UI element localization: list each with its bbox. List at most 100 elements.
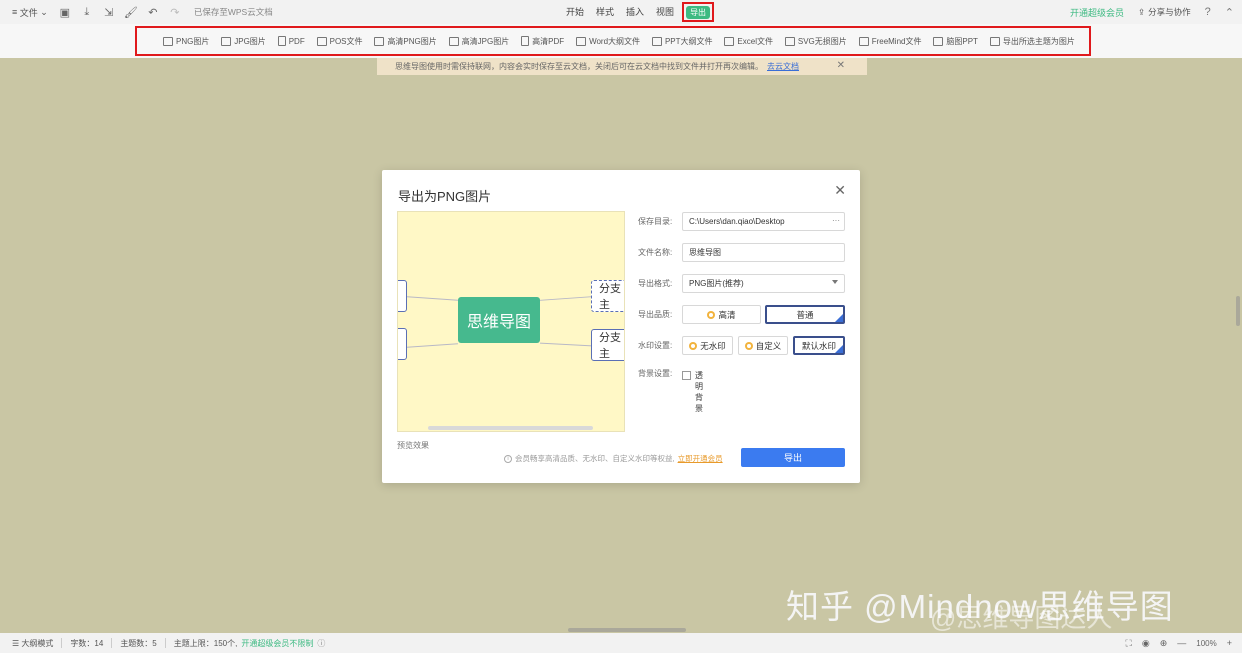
fit-icon[interactable]: ⛶ xyxy=(1126,638,1132,649)
export-button[interactable]: 导出 xyxy=(741,448,845,467)
quality-hd-option[interactable]: 高清 xyxy=(682,305,761,324)
format-select[interactable]: PNG图片(推荐) xyxy=(682,274,845,293)
left-branch-node xyxy=(398,328,407,360)
zoom-level[interactable]: 100% xyxy=(1196,639,1216,648)
export-toolbar: PNG图片 JPG图片 PDF POS文件 高清PNG图片 高清JPG图片 高清… xyxy=(0,24,1242,58)
filename-input[interactable]: 思维导图 xyxy=(682,243,845,262)
image-icon xyxy=(163,36,173,46)
upgrade-link[interactable]: 开通超级会员不限制 xyxy=(241,638,313,649)
outline-mode-button[interactable]: ☰ 大纲模式 xyxy=(12,638,53,649)
vip-link[interactable]: 开通超级会员 xyxy=(1070,6,1124,19)
preview-canvas: 思维导图 分支主 分支主 xyxy=(397,211,625,432)
svg-icon xyxy=(784,36,795,46)
excel-icon xyxy=(724,36,735,46)
top-toolbar: ≡ 文件 ⌄ ▣ ⤓ ⇲ 🖌 ↶ ↷ 已保存至WPS云文档 开始 样式 插入 视… xyxy=(0,0,1242,24)
tab-export[interactable]: 导出 xyxy=(682,2,715,22)
image-icon xyxy=(374,36,385,46)
topic-limit: 主题上限：150个, xyxy=(173,638,238,648)
save-icon[interactable]: ▣ xyxy=(54,0,76,24)
export-jpg[interactable]: JPG图片 xyxy=(221,36,266,47)
background-label: 背景设置: xyxy=(638,368,673,378)
ppt-icon xyxy=(651,36,662,46)
menu-icon: ≡ xyxy=(12,7,20,17)
tab-insert[interactable]: 插入 xyxy=(620,0,650,24)
image-icon xyxy=(448,36,459,46)
tab-style[interactable]: 样式 xyxy=(590,0,620,24)
locate-icon[interactable]: ⊕ xyxy=(1160,638,1168,649)
pos-icon xyxy=(316,36,327,46)
vertical-scrollbar[interactable] xyxy=(1236,296,1240,326)
export-mindmap-ppt[interactable]: 脑图PPT xyxy=(933,36,978,47)
info-icon: i xyxy=(504,454,512,463)
help-icon[interactable]: ? xyxy=(1205,6,1211,18)
transparent-bg-label: 透明背景 xyxy=(695,371,703,413)
redo-icon[interactable]: ↷ xyxy=(164,0,186,24)
pdf-icon xyxy=(277,36,286,46)
word-icon xyxy=(576,36,587,46)
watermark-custom-option[interactable]: 自定义 xyxy=(738,336,788,355)
save-dir-label: 保存目录: xyxy=(638,217,673,226)
connector-line xyxy=(407,343,458,348)
saved-status: 已保存至WPS云文档 xyxy=(193,7,273,17)
image-icon xyxy=(221,36,232,46)
vip-coin-icon xyxy=(744,341,753,350)
format-label: 导出格式: xyxy=(638,279,673,288)
watermark-default-option[interactable]: 默认水印 xyxy=(793,336,845,355)
ppt-icon xyxy=(933,36,944,46)
branch-topic-top: 分支主 xyxy=(591,280,624,312)
export-freemind[interactable]: FreeMind文件 xyxy=(858,36,921,47)
export-ppt-outline[interactable]: PPT大纲文件 xyxy=(651,36,713,47)
vip-coin-icon xyxy=(707,310,716,319)
share-icon: ⇪ xyxy=(1138,6,1146,17)
format-painter-icon[interactable]: 🖌 xyxy=(120,0,142,24)
preview-label: 预览效果 xyxy=(397,441,429,450)
export-hd-jpg[interactable]: 高清JPG图片 xyxy=(448,36,509,47)
horizontal-scrollbar[interactable] xyxy=(568,628,686,632)
close-icon[interactable]: ✕ xyxy=(834,182,846,199)
central-topic: 思维导图 xyxy=(458,297,540,343)
zoom-out-icon[interactable]: — xyxy=(1177,638,1186,648)
vip-coin-icon xyxy=(689,341,698,350)
browse-icon[interactable]: ··· xyxy=(832,216,840,225)
zoom-in-icon[interactable]: + xyxy=(1227,638,1232,648)
undo-icon[interactable]: ↶ xyxy=(142,0,164,24)
vip-tip: i 会员畅享高清品质、无水印、自定义水印等权益, 立即开通会员 xyxy=(504,453,723,464)
quality-label: 导出品质: xyxy=(638,310,673,319)
eye-icon[interactable]: ◉ xyxy=(1142,638,1150,649)
export-svg[interactable]: SVG无损图片 xyxy=(784,36,847,47)
export-excel[interactable]: Excel文件 xyxy=(724,36,773,47)
connector-line xyxy=(540,296,592,301)
export-word[interactable]: Word大纲文件 xyxy=(576,36,640,47)
status-bar: ☰ 大纲模式 字数：14 主题数：5 主题上限：150个, 开通超级会员不限制 … xyxy=(0,633,1242,653)
share-button[interactable]: ⇪ 分享与协作 xyxy=(1138,6,1191,18)
export-pdf[interactable]: PDF xyxy=(277,36,305,46)
export-hd-pdf[interactable]: 高清PDF xyxy=(521,36,564,47)
export-png-dialog: 导出为PNG图片 ✕ 思维导图 分支主 分支主 预览效果 保存目录: C:\Us… xyxy=(382,170,860,483)
export-hd-png[interactable]: 高清PNG图片 xyxy=(374,36,437,47)
quality-normal-option[interactable]: 普通 xyxy=(765,305,845,324)
more-icon[interactable]: ⌃ xyxy=(1225,6,1234,19)
export-png[interactable]: PNG图片 xyxy=(163,36,209,47)
file-menu[interactable]: ≡ 文件 ⌄ xyxy=(6,0,54,24)
close-icon[interactable]: ✕ xyxy=(837,60,845,71)
cloud-docs-link[interactable]: 去云文档 xyxy=(767,61,799,72)
open-vip-link[interactable]: 立即开通会员 xyxy=(678,453,723,464)
tab-start[interactable]: 开始 xyxy=(560,0,590,24)
import-icon[interactable]: ⇲ xyxy=(98,0,120,24)
branch-topic-bottom: 分支主 xyxy=(591,329,624,361)
tab-view[interactable]: 视图 xyxy=(650,0,680,24)
preview-scrollbar[interactable] xyxy=(428,426,593,430)
export-options-highlight: PNG图片 JPG图片 PDF POS文件 高清PNG图片 高清JPG图片 高清… xyxy=(135,26,1091,56)
question-icon[interactable]: ⓘ xyxy=(317,638,325,649)
chevron-down-icon: ⌄ xyxy=(37,6,48,17)
dialog-title: 导出为PNG图片 xyxy=(398,189,492,204)
export-pos[interactable]: POS文件 xyxy=(316,36,363,47)
watermark-none-option[interactable]: 无水印 xyxy=(682,336,733,355)
download-icon[interactable]: ⤓ xyxy=(76,0,98,24)
transparent-bg-checkbox[interactable] xyxy=(682,371,691,380)
topic-count: 主题数：5 xyxy=(120,638,157,648)
image-icon xyxy=(989,36,1000,46)
connector-line xyxy=(407,296,458,301)
export-selected-topic[interactable]: 导出所选主题为图片 xyxy=(989,36,1075,47)
save-dir-field[interactable]: C:\Users\dan.qiao\Desktop ··· xyxy=(682,212,845,231)
